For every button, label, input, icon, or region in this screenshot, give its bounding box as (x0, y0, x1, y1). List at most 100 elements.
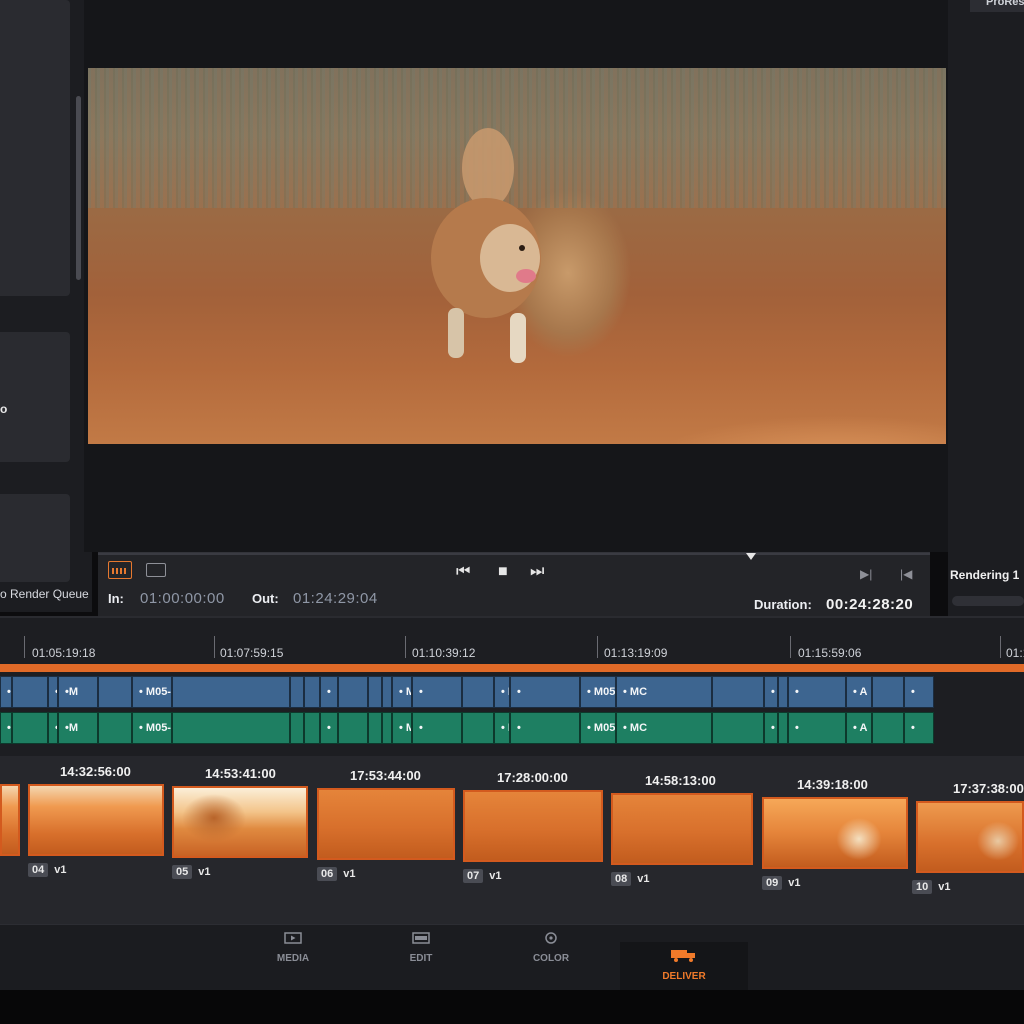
timeline-clip[interactable] (98, 676, 132, 708)
timeline-clip[interactable]: • (904, 712, 934, 744)
timeline-clip[interactable]: • M05 (764, 712, 778, 744)
timeline-clip[interactable] (368, 712, 382, 744)
timeline-clip[interactable]: • (510, 676, 580, 708)
timeline-ruler[interactable]: 01:05:19:18 01:07:59:15 01:10:39:12 01:1… (0, 636, 1024, 666)
ruler-timecode: 01:07:59:15 (220, 646, 284, 660)
clip-thumbnail[interactable] (463, 790, 603, 862)
clip-thumbnail[interactable] (0, 784, 20, 856)
timeline-clip[interactable]: • (48, 712, 58, 744)
timeline-clip[interactable] (368, 676, 382, 708)
stop-icon[interactable]: ■ (498, 563, 508, 581)
timeline-clip[interactable]: • M05 (764, 676, 778, 708)
nav-deliver[interactable]: DELIVER (620, 942, 748, 990)
timeline-clip[interactable]: • A (846, 712, 872, 744)
timeline-clip[interactable] (12, 676, 48, 708)
skip-back-icon[interactable]: ⏮ (456, 563, 470, 581)
timeline-clip[interactable]: • (412, 676, 462, 708)
render-range-bar[interactable] (0, 664, 1024, 672)
ruler-timecode: 01:13:19:09 (604, 646, 668, 660)
left-panel-scrollbar[interactable] (76, 96, 81, 280)
timeline-clip[interactable] (778, 676, 788, 708)
clip-timecode: 14:39:18:00 (797, 777, 868, 792)
playhead-marker[interactable] (746, 553, 756, 560)
timeline-clip[interactable] (290, 712, 304, 744)
delivery-truck-icon (671, 950, 695, 962)
clip-view-icon[interactable] (146, 563, 166, 577)
scrubber-track[interactable] (98, 553, 930, 555)
timeline-clip[interactable] (462, 712, 494, 744)
timeline-clip[interactable]: • MC (616, 676, 712, 708)
timeline-clip[interactable]: • (412, 712, 462, 744)
timeline-clip[interactable]: • M05-1509_C0000 (132, 676, 172, 708)
timeline-clip[interactable]: • (510, 712, 580, 744)
render-timeline-icon[interactable] (108, 561, 132, 579)
out-timecode[interactable]: 01:24:29:04 (293, 590, 378, 607)
mark-out-icon[interactable]: ▶| (860, 567, 872, 581)
add-to-render-queue-button[interactable]: o Render Queue (0, 587, 89, 601)
skip-forward-icon[interactable]: ⏭ (530, 563, 544, 581)
timeline-clip[interactable] (712, 712, 764, 744)
timeline-clip[interactable] (172, 676, 290, 708)
timeline-clip[interactable] (338, 676, 368, 708)
timeline-clip[interactable]: • M05-1! (494, 712, 510, 744)
video-preview (88, 68, 946, 444)
timeline-clip[interactable]: •M (58, 712, 98, 744)
audio-track: •A••M• M05-1509_C0000•• M0•• M05-1!•• M0… (0, 712, 1024, 744)
timeline-clip[interactable]: • MC (616, 712, 712, 744)
timeline-clip[interactable]: • (788, 712, 846, 744)
clip-thumbnail[interactable] (317, 788, 455, 860)
timeline-clip[interactable]: •A (0, 712, 12, 744)
timeline-clip[interactable] (98, 712, 132, 744)
nav-color[interactable]: COLOR (496, 932, 606, 966)
timeline-clip[interactable] (778, 712, 788, 744)
media-icon (284, 932, 302, 944)
nav-media[interactable]: MEDIA (238, 932, 348, 966)
clip-thumbnail[interactable] (28, 784, 164, 856)
timeline-clip[interactable] (872, 676, 904, 708)
clip-thumbnail[interactable] (172, 786, 308, 858)
timeline-clip[interactable] (290, 676, 304, 708)
mark-in-icon[interactable]: |◀ (900, 567, 912, 581)
timeline-clip[interactable]: • (788, 676, 846, 708)
render-settings-panel (0, 0, 70, 296)
clip-timecode: 17:37:38:00 (953, 781, 1024, 796)
timeline-clip[interactable]: • M05-1443_( (580, 676, 616, 708)
edit-icon (412, 932, 430, 944)
nav-media-label: MEDIA (276, 953, 310, 964)
timeline-clip[interactable] (382, 676, 392, 708)
timeline-clip[interactable]: • (320, 712, 338, 744)
timeline-clip[interactable] (712, 676, 764, 708)
in-label: In: (108, 591, 124, 606)
clip-number: 08 v1 (611, 872, 650, 886)
timeline-clip[interactable]: • M0 (392, 676, 412, 708)
timeline-clip[interactable]: • M05-1! (494, 676, 510, 708)
timeline-clip[interactable]: • (904, 676, 934, 708)
nav-edit-label: EDIT (409, 953, 433, 964)
timeline-clip[interactable]: • (320, 676, 338, 708)
render-option-box[interactable] (0, 494, 70, 582)
nav-edit[interactable]: EDIT (366, 932, 476, 966)
timeline-clip[interactable] (382, 712, 392, 744)
timeline-clip[interactable] (338, 712, 368, 744)
in-timecode[interactable]: 01:00:00:00 (140, 590, 225, 607)
timeline-clip[interactable]: • A (846, 676, 872, 708)
timeline-clip[interactable] (304, 676, 320, 708)
render-option-box[interactable] (0, 332, 70, 462)
timeline-clip[interactable]: • M0 (392, 712, 412, 744)
clip-thumbnail[interactable] (611, 793, 753, 865)
clip-thumbnail[interactable] (916, 801, 1024, 873)
timeline-clip[interactable] (304, 712, 320, 744)
timeline-clip[interactable]: • M05-1443_( (580, 712, 616, 744)
timeline-clip[interactable]: •A (0, 676, 12, 708)
color-wheel-icon (545, 932, 557, 944)
timeline-clip[interactable] (12, 712, 48, 744)
duration-timecode: 00:24:28:20 (826, 596, 914, 613)
timeline-clip[interactable]: • (48, 676, 58, 708)
timeline-clip[interactable] (462, 676, 494, 708)
timeline-clip[interactable]: •M (58, 676, 98, 708)
clip-thumbnail[interactable] (762, 797, 908, 869)
timeline-clip[interactable] (172, 712, 290, 744)
nav-deliver-label: DELIVER (662, 971, 706, 982)
timeline-clip[interactable] (872, 712, 904, 744)
timeline-clip[interactable]: • M05-1509_C0000 (132, 712, 172, 744)
